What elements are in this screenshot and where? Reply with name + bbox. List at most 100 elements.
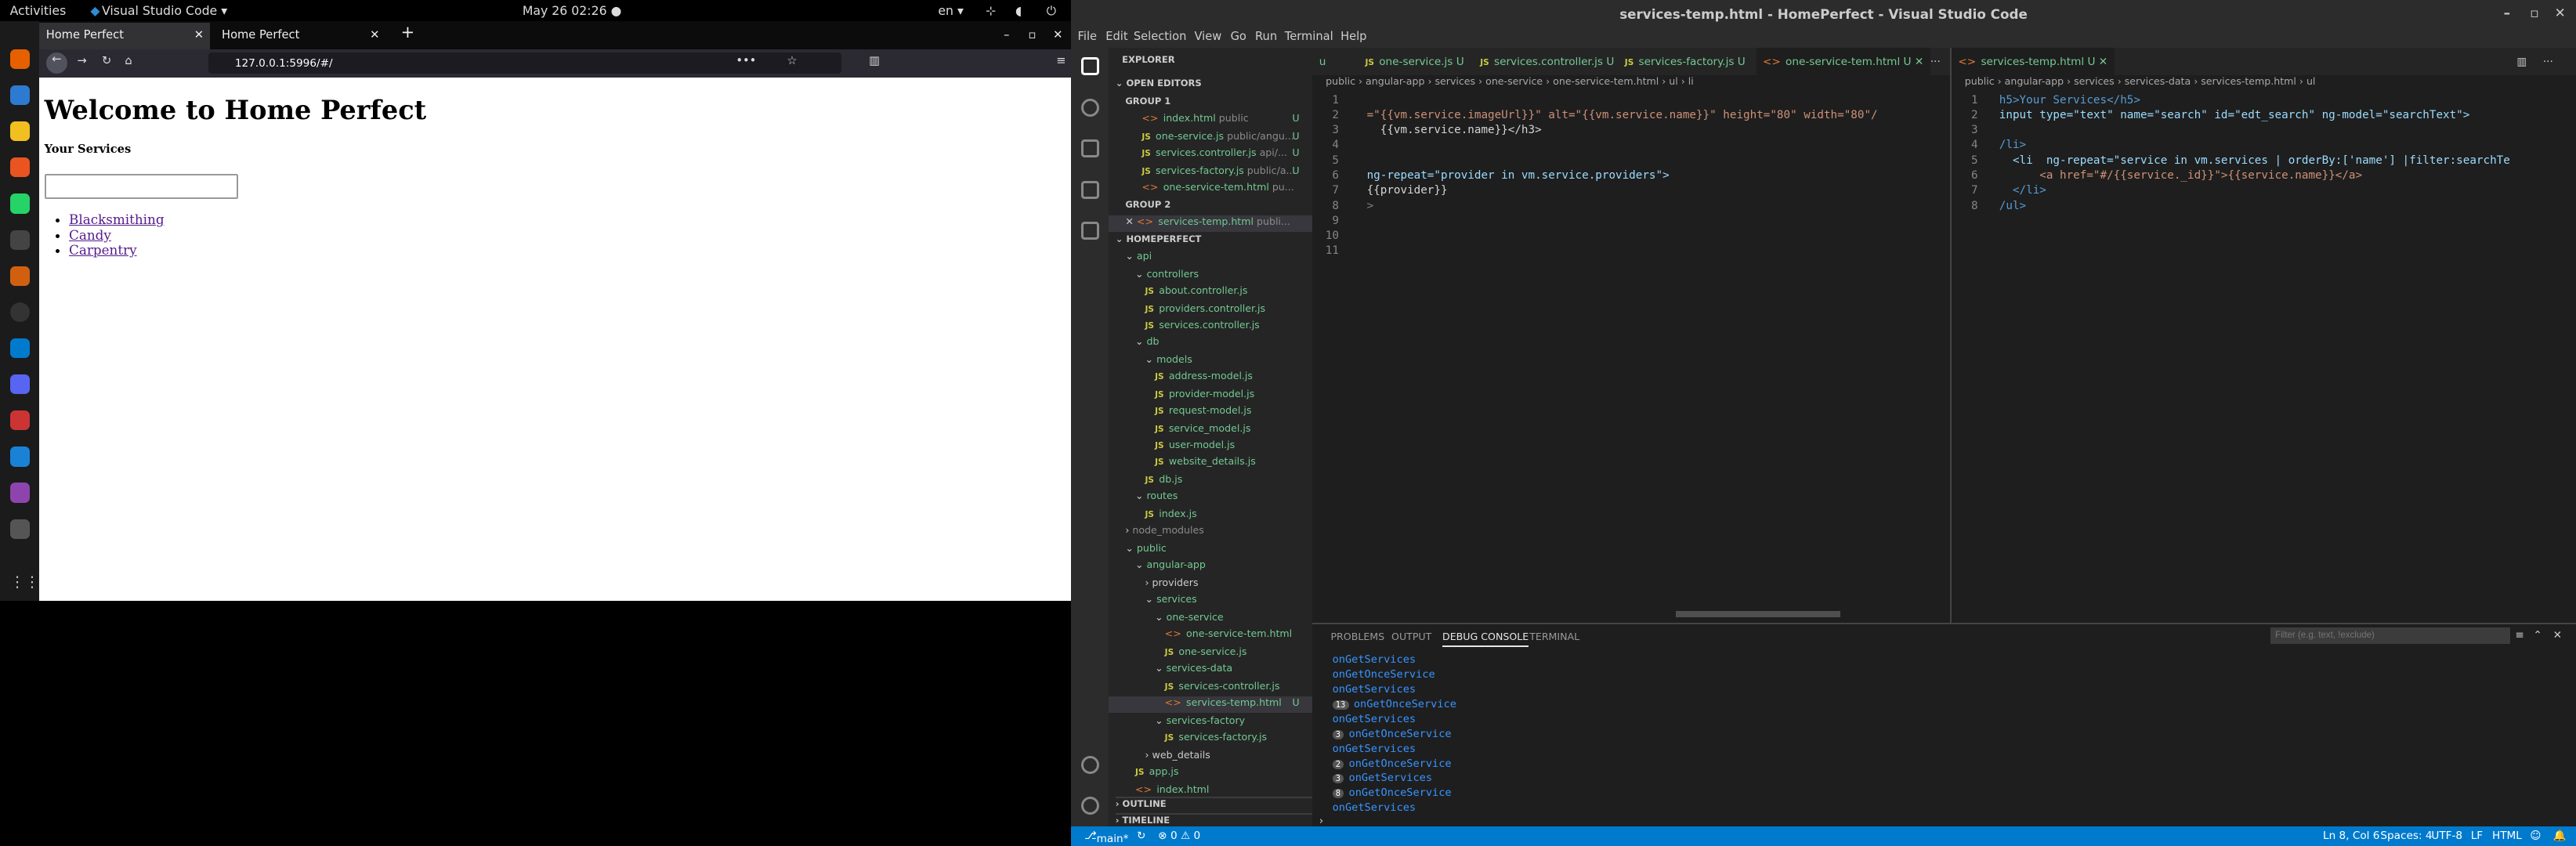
tree-file[interactable]: JSproviders.controller.jsU xyxy=(1145,302,1313,319)
more-icon[interactable]: ··· xyxy=(1923,48,1947,76)
tree-folder[interactable]: › providers xyxy=(1145,577,1313,593)
minimize-icon[interactable]: – xyxy=(2504,5,2510,20)
clock[interactable]: May 26 02:26 ● xyxy=(523,3,622,18)
language-indicator[interactable]: en ▾ xyxy=(938,3,964,18)
eol[interactable]: LF xyxy=(2471,830,2483,842)
branch-indicator[interactable]: ⎇ main* xyxy=(1084,830,1129,845)
service-link[interactable]: Blacksmithing xyxy=(69,212,165,227)
tree-folder[interactable]: ⌄ api xyxy=(1125,250,1312,266)
sublime-icon[interactable] xyxy=(9,266,30,286)
console-prompt[interactable]: › xyxy=(1319,815,1323,827)
menu-file[interactable]: File xyxy=(1078,30,1098,43)
menu-view[interactable]: View xyxy=(1194,30,1221,43)
whatsapp-icon[interactable] xyxy=(9,193,30,214)
tree-file[interactable]: <>one-service-tem.htmlU xyxy=(1165,627,1313,644)
account-icon[interactable] xyxy=(1080,755,1099,774)
open-editor-item[interactable]: <> one-service-tem.html pu... xyxy=(1141,181,1312,197)
tree-folder[interactable]: ⌄ services-data xyxy=(1155,662,1312,678)
encoding[interactable]: UTF-8 xyxy=(2431,830,2462,842)
tree-file[interactable]: JSapp.jsU xyxy=(1135,765,1312,782)
service-link[interactable]: Carpentry xyxy=(69,242,137,258)
code-area[interactable]: 12345678 h5>Your Services</h5> input typ… xyxy=(1952,94,2510,219)
more-icon[interactable]: ··· xyxy=(2536,48,2560,76)
maximize-icon[interactable]: ▫ xyxy=(2530,5,2538,20)
tree-folder[interactable]: ⌄ services xyxy=(1145,593,1313,609)
monitor-icon[interactable] xyxy=(9,519,30,539)
editor-tab[interactable]: JS services.controller.js U xyxy=(1474,48,1621,76)
open-editor-item[interactable]: <> index.html public U xyxy=(1141,112,1312,128)
menu-help[interactable]: Help xyxy=(1340,30,1366,43)
extensions-icon[interactable] xyxy=(1080,222,1099,240)
maximize-icon[interactable]: ▫ xyxy=(1022,23,1043,49)
tree-folder[interactable]: ⌄ services-factory xyxy=(1155,714,1312,731)
close-window-icon[interactable]: ✕ xyxy=(1047,23,1069,49)
forward-icon[interactable]: → xyxy=(78,54,87,67)
menu-edit[interactable]: Edit xyxy=(1105,30,1127,43)
menu-run[interactable]: Run xyxy=(1255,30,1277,43)
tree-file[interactable]: JSuser-model.jsU xyxy=(1155,439,1312,455)
editor-tab-active[interactable]: <> one-service-tem.html U ✕ xyxy=(1756,47,1930,76)
tree-folder[interactable]: › node_modules xyxy=(1125,524,1312,540)
rhythmbox-icon[interactable] xyxy=(9,121,30,142)
source-control-icon[interactable] xyxy=(1080,139,1099,158)
tab-problems[interactable]: PROBLEMS xyxy=(1330,631,1384,642)
run-debug-icon[interactable] xyxy=(1080,180,1099,199)
problems-indicator[interactable]: ⊗ 0 ⚠ 0 xyxy=(1158,830,1200,842)
clear-console-icon[interactable]: ≡ xyxy=(2515,629,2524,642)
menu-selection[interactable]: Selection xyxy=(1134,30,1187,43)
video-icon[interactable] xyxy=(9,483,30,503)
filter-input[interactable] xyxy=(2270,627,2511,644)
language-mode[interactable]: HTML xyxy=(2492,830,2522,842)
tree-file[interactable]: JSabout.controller.jsU xyxy=(1145,284,1313,301)
tab-output[interactable]: OUTPUT xyxy=(1391,631,1431,642)
library-icon[interactable]: ▥ xyxy=(869,54,880,67)
tree-folder[interactable]: ⌄ db xyxy=(1135,335,1312,352)
mail-icon[interactable] xyxy=(9,85,30,106)
timeline-header[interactable]: › TIMELINE xyxy=(1115,812,1313,826)
gear-icon[interactable] xyxy=(1080,796,1099,815)
tree-folder[interactable]: › web_details xyxy=(1145,749,1313,765)
tree-file[interactable]: JSservices-factory.jsU xyxy=(1165,731,1313,747)
power-icon[interactable]: ⏻ xyxy=(1047,3,1056,19)
tree-file[interactable]: JSservice_model.jsU xyxy=(1155,422,1312,439)
open-editor-item[interactable]: ✕ <> services-temp.html publi... xyxy=(1109,215,1313,232)
close-icon[interactable]: ✕ xyxy=(370,28,379,42)
explorer-icon[interactable] xyxy=(1080,57,1099,76)
browser-tab-2[interactable]: Home Perfect ✕ xyxy=(215,23,386,49)
maximize-panel-icon[interactable]: ⌃ xyxy=(2533,629,2542,642)
tree-file[interactable]: <> services-temp.html U xyxy=(1109,696,1313,714)
tree-file[interactable]: JSprovider-model.jsU xyxy=(1155,388,1312,404)
close-panel-icon[interactable]: ✕ xyxy=(2553,629,2562,642)
back-icon[interactable]: ← xyxy=(45,52,67,74)
tab-terminal[interactable]: TERMINAL xyxy=(1529,631,1579,642)
split-editor-icon[interactable]: ▥ xyxy=(2510,48,2534,76)
sync-icon[interactable]: ↻ xyxy=(1137,830,1145,842)
menu-icon[interactable]: ≡ xyxy=(1056,54,1065,67)
open-editor-item[interactable]: JS services.controller.js api/... U xyxy=(1141,146,1312,163)
tree-file[interactable]: JSindex.jsU xyxy=(1145,508,1313,524)
tree-file[interactable]: JSaddress-model.jsU xyxy=(1155,370,1312,386)
tree-folder[interactable]: ⌄ public xyxy=(1125,542,1312,559)
breadcrumb[interactable]: public › angular-app › services › one-se… xyxy=(1312,75,1694,92)
show-apps-icon[interactable]: ⋮⋮ xyxy=(10,573,40,593)
discord-icon[interactable] xyxy=(9,374,30,395)
obs-icon[interactable] xyxy=(9,302,30,322)
bookmark-icon[interactable]: ☆ xyxy=(787,54,797,67)
minimize-icon[interactable]: – xyxy=(997,23,1016,49)
project-header[interactable]: ⌄ HOMEPERFECT xyxy=(1116,233,1313,250)
volume-icon[interactable]: ◖ xyxy=(1015,3,1022,18)
menu-terminal[interactable]: Terminal xyxy=(1285,30,1333,43)
app-icon[interactable] xyxy=(9,410,30,431)
indentation[interactable]: Spaces: 4 xyxy=(2380,830,2432,842)
reload-icon[interactable]: ↻ xyxy=(102,54,111,67)
open-editor-item[interactable]: JS one-service.js public/angu... U xyxy=(1141,130,1312,146)
firefox-icon[interactable] xyxy=(9,49,30,70)
feedback-icon[interactable]: ☺ xyxy=(2530,830,2541,842)
tree-file[interactable]: JSrequest-model.jsU xyxy=(1155,404,1312,421)
software-icon[interactable] xyxy=(9,157,30,178)
tab-debug-console[interactable]: DEBUG CONSOLE xyxy=(1442,631,1529,648)
tree-folder[interactable]: ⌄ controllers xyxy=(1135,268,1312,284)
tree-folder[interactable]: ⌄ routes xyxy=(1135,490,1312,506)
activities-button[interactable]: Activities xyxy=(10,3,67,18)
close-icon[interactable]: ✕ xyxy=(194,28,204,42)
